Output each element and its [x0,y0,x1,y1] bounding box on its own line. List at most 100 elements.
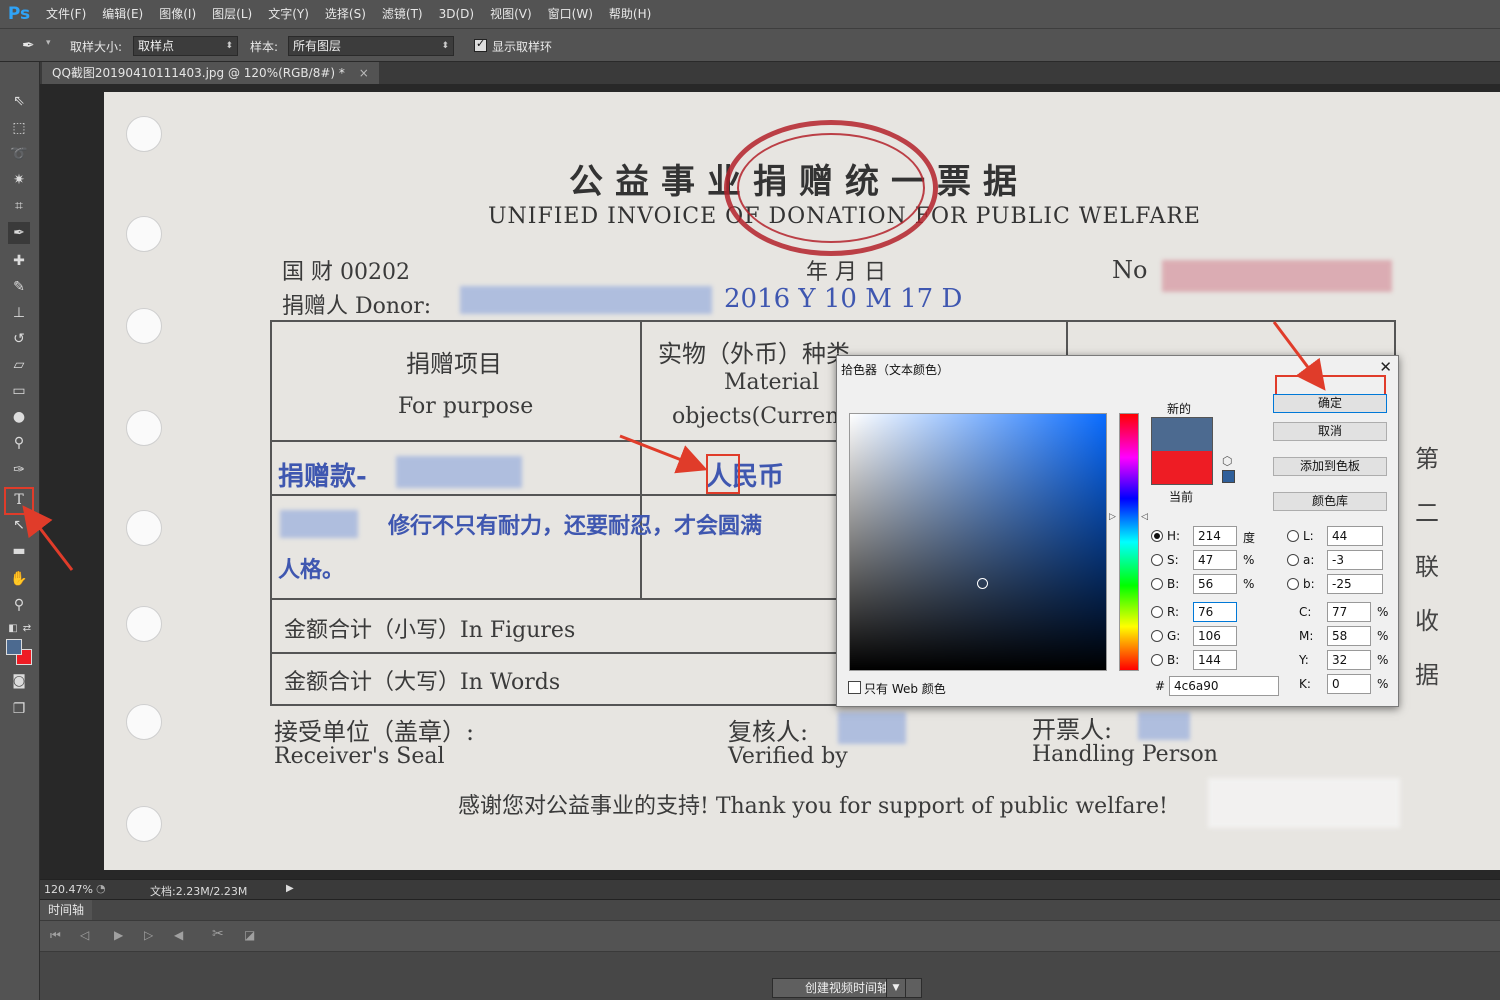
tool-preset-chevron-icon[interactable]: ▾ [46,38,51,48]
menu-image[interactable]: 图像(I) [151,0,204,28]
chevron-down-icon[interactable]: ▼ [886,978,906,998]
rectangle-tool-icon[interactable]: ▬ [8,540,30,562]
green-input[interactable]: 106 [1193,626,1237,646]
blur-tool-icon[interactable]: ● [8,406,30,428]
lab-a-input[interactable]: -3 [1327,550,1383,570]
prev-frame-icon[interactable]: ◁ [80,928,89,942]
color-picker-dialog: 拾色器（文本颜色） ✕ ▷ ◁ 新的 当前 ⬡ 确定 取消 添加到色板 颜色库 … [836,355,1399,707]
guocai-code: 国 财 00202 [282,260,410,285]
menu-view[interactable]: 视图(V) [482,0,540,28]
cut-icon[interactable]: ✂ [212,926,224,942]
document-tab[interactable]: QQ截图20190410111403.jpg @ 120%(RGB/8#) * … [42,62,379,84]
close-icon[interactable]: ✕ [1379,358,1392,376]
eyedropper-tool-icon[interactable]: ✒ [8,222,30,244]
menu-select[interactable]: 选择(S) [317,0,374,28]
punch-hole [126,806,162,842]
color-picker-cursor[interactable] [977,578,988,589]
row3-text: 人格。 [278,557,345,583]
stamp-tool-icon[interactable]: ⊥ [8,302,30,324]
magenta-input[interactable]: 58 [1327,626,1371,646]
yellow-input[interactable]: 32 [1327,650,1371,670]
timeline-tab[interactable]: 时间轴 [40,900,93,920]
show-ring-checkbox[interactable] [474,37,487,52]
color-libraries-button[interactable]: 颜色库 [1273,492,1387,511]
red-radio[interactable] [1151,606,1163,618]
play-icon[interactable]: ▶ [114,928,123,942]
status-menu-arrow-icon[interactable]: ▶ [286,883,294,894]
crop-tool-icon[interactable]: ⌗ [8,195,30,217]
cancel-button[interactable]: 取消 [1273,422,1387,441]
current-color-swatch[interactable] [1151,451,1213,485]
lab-b-radio[interactable] [1287,578,1299,590]
quick-mask-icon[interactable]: ◙ [8,670,30,692]
saturation-input[interactable]: 47 [1193,550,1237,570]
gradient-tool-icon[interactable]: ▭ [8,380,30,402]
eraser-tool-icon[interactable]: ▱ [8,354,30,376]
figures-label: 金额合计（小写）In Figures [284,618,576,643]
pen-tool-icon[interactable]: ✑ [8,459,30,481]
audio-icon[interactable]: ◀ [174,928,183,942]
marquee-tool-icon[interactable]: ⬚ [8,117,30,139]
zoom-level[interactable]: 120.47% [44,883,93,896]
menu-window[interactable]: 窗口(W) [540,0,601,28]
add-to-swatches-button[interactable]: 添加到色板 [1273,457,1387,476]
sample-size-select[interactable]: 取样点 ⬍ [133,36,238,56]
screen-mode-icon[interactable]: ❐ [8,698,30,720]
hue-slider[interactable] [1119,413,1139,671]
menu-type[interactable]: 文字(Y) [260,0,317,28]
blue-radio[interactable] [1151,654,1163,666]
lightness-input[interactable]: 44 [1327,526,1383,546]
out-of-gamut-cube-icon[interactable]: ⬡ [1222,454,1232,468]
hex-input[interactable]: 4c6a90 [1169,676,1279,696]
hue-slider-right-arrow-icon[interactable]: ◁ [1141,512,1148,522]
menu-file[interactable]: 文件(F) [38,0,94,28]
first-frame-icon[interactable]: ⏮ [50,928,61,943]
cyan-row: C: 77 % [1297,602,1393,622]
brush-tool-icon[interactable]: ✎ [8,276,30,298]
brightness-input[interactable]: 56 [1193,574,1237,594]
saturation-row: S: 47 % [1151,550,1271,570]
healing-brush-icon[interactable]: ✚ [8,250,30,272]
menu-layer[interactable]: 图层(L) [204,0,260,28]
move-tool-icon[interactable]: ⇖ [8,90,30,112]
transition-icon[interactable]: ◪ [244,928,255,942]
saturation-radio[interactable] [1151,554,1163,566]
menu-filter[interactable]: 滤镜(T) [374,0,431,28]
hue-slider-left-arrow-icon[interactable]: ▷ [1109,512,1116,522]
hue-radio[interactable] [1151,530,1163,542]
brightness-radio[interactable] [1151,578,1163,590]
hand-tool-icon[interactable]: ✋ [8,568,30,590]
green-radio[interactable] [1151,630,1163,642]
magic-wand-icon[interactable]: ✷ [8,169,30,191]
color-field[interactable] [849,413,1107,671]
hue-input[interactable]: 214 [1193,526,1237,546]
history-brush-icon[interactable]: ↺ [8,328,30,350]
blue-input[interactable]: 144 [1193,650,1237,670]
photoshop-logo: Ps [7,4,31,24]
eyedropper-icon[interactable]: ✒ [22,36,35,54]
sample-select[interactable]: 所有图层 ⬍ [288,36,454,56]
lasso-tool-icon[interactable]: ➰ [8,143,30,165]
ok-button[interactable]: 确定 [1273,394,1387,413]
cyan-input[interactable]: 77 [1327,602,1371,622]
only-web-colors-checkbox[interactable] [848,681,861,694]
menu-help[interactable]: 帮助(H) [601,0,659,28]
black-input[interactable]: 0 [1327,674,1371,694]
next-frame-icon[interactable]: ▷ [144,928,153,942]
web-safe-swatch[interactable] [1222,470,1235,483]
foreground-color-swatch[interactable] [6,639,22,655]
green-row: G: 106 [1151,626,1271,646]
select-arrow-icon: ⬍ [441,41,449,51]
menu-3d[interactable]: 3D(D) [431,0,482,28]
status-info-icon[interactable]: ◔ [96,882,106,895]
close-tab-icon[interactable]: × [359,66,369,80]
zoom-tool-icon[interactable]: ⚲ [8,594,30,616]
lab-b-input[interactable]: -25 [1327,574,1383,594]
dodge-tool-icon[interactable]: ⚲ [8,432,30,454]
swap-colors-icon[interactable]: ⇄ [16,618,38,640]
path-select-icon[interactable]: ↖ [8,514,30,536]
red-input[interactable]: 76 [1193,602,1237,622]
lightness-radio[interactable] [1287,530,1299,542]
lab-a-radio[interactable] [1287,554,1299,566]
menu-edit[interactable]: 编辑(E) [94,0,151,28]
